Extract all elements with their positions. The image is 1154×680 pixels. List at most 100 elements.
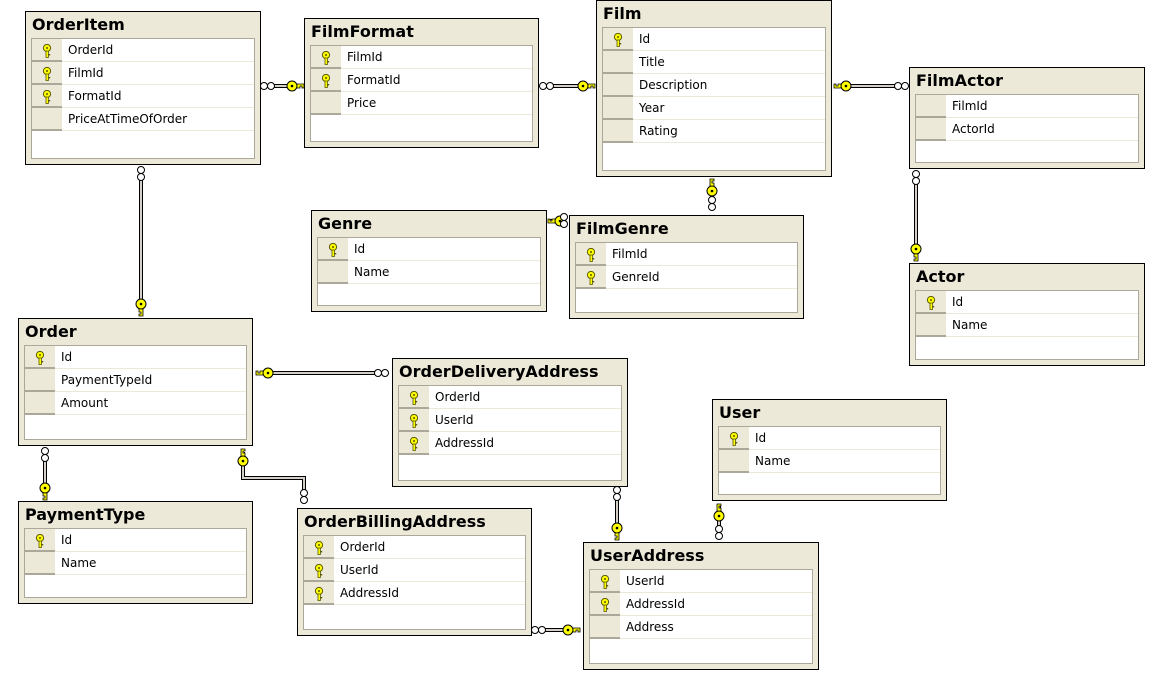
row-selector[interactable] <box>25 529 55 552</box>
primary-key-icon <box>42 43 52 58</box>
column-row[interactable]: OrderId <box>399 386 621 409</box>
row-selector[interactable] <box>25 346 55 369</box>
column-row[interactable]: Name <box>318 261 540 284</box>
table-paymenttype[interactable]: PaymentType Id Name <box>18 501 253 604</box>
column-row[interactable]: Title <box>603 51 825 74</box>
table-title: OrderDeliveryAddress <box>399 362 599 381</box>
column-row[interactable]: UserId <box>590 570 812 593</box>
row-selector[interactable] <box>603 97 633 120</box>
column-row[interactable]: Id <box>603 28 825 51</box>
column-row[interactable]: Id <box>719 427 940 450</box>
row-selector[interactable] <box>25 392 55 415</box>
column-row[interactable]: Name <box>916 314 1138 337</box>
row-selector[interactable] <box>603 28 633 51</box>
row-selector[interactable] <box>304 582 334 605</box>
column-row[interactable]: Price <box>311 92 532 115</box>
one-end-key-icon <box>255 367 274 379</box>
row-selector[interactable] <box>399 432 429 455</box>
column-row[interactable]: GenreId <box>576 266 797 289</box>
column-row[interactable]: FilmId <box>916 95 1138 118</box>
row-selector[interactable] <box>603 51 633 74</box>
column-row[interactable]: Description <box>603 74 825 97</box>
row-selector[interactable] <box>916 314 946 337</box>
row-selector[interactable] <box>916 118 946 141</box>
row-selector[interactable] <box>576 266 606 289</box>
many-end-icon <box>901 82 909 90</box>
table-orderitem[interactable]: OrderItem OrderId FilmId FormatId PriceAtTim… <box>25 11 261 165</box>
row-selector[interactable] <box>603 74 633 97</box>
row-selector[interactable] <box>916 291 946 314</box>
row-selector[interactable] <box>32 39 62 62</box>
row-selector[interactable] <box>25 552 55 575</box>
column-name: Name <box>61 556 97 570</box>
column-row[interactable]: OrderId <box>304 536 525 559</box>
column-row[interactable]: UserId <box>304 559 525 582</box>
row-selector[interactable] <box>590 570 620 593</box>
column-row[interactable]: Id <box>916 291 1138 314</box>
row-selector[interactable] <box>590 616 620 639</box>
row-selector[interactable] <box>590 593 620 616</box>
row-selector[interactable] <box>719 427 749 450</box>
table-order[interactable]: Order Id PaymentTypeId Amount <box>18 318 253 446</box>
row-selector[interactable] <box>304 559 334 582</box>
column-row[interactable]: FormatId <box>311 69 532 92</box>
column-row[interactable]: FilmId <box>576 243 797 266</box>
column-row[interactable]: PaymentTypeId <box>25 369 246 392</box>
column-row[interactable]: PriceAtTimeOfOrder <box>32 108 254 131</box>
row-selector[interactable] <box>25 369 55 392</box>
row-selector[interactable] <box>576 243 606 266</box>
one-end-key-icon <box>577 80 596 92</box>
row-selector[interactable] <box>32 108 62 131</box>
row-selector[interactable] <box>311 69 341 92</box>
column-row[interactable]: Amount <box>25 392 246 415</box>
column-row[interactable]: FormatId <box>32 85 254 108</box>
column-row[interactable]: Id <box>318 238 540 261</box>
column-row[interactable]: Id <box>25 529 246 552</box>
table-filmgenre[interactable]: FilmGenre FilmId GenreId <box>569 215 804 319</box>
table-user[interactable]: User Id Name <box>712 399 947 501</box>
column-row[interactable]: AddressId <box>304 582 525 605</box>
column-row[interactable]: AddressId <box>399 432 621 455</box>
column-row[interactable]: Year <box>603 97 825 120</box>
column-row[interactable]: AddressId <box>590 593 812 616</box>
table-filmformat[interactable]: FilmFormat FilmId FormatId Price <box>304 18 539 148</box>
row-selector[interactable] <box>304 536 334 559</box>
row-selector[interactable] <box>916 95 946 118</box>
column-row[interactable]: FilmId <box>311 46 532 69</box>
row-selector[interactable] <box>399 409 429 432</box>
column-row[interactable]: Id <box>25 346 246 369</box>
table-filmactor[interactable]: FilmActor FilmId ActorId <box>909 67 1145 169</box>
table-actor[interactable]: Actor Id Name <box>909 263 1145 366</box>
table-orderbillingaddress[interactable]: OrderBillingAddress OrderId UserId AddressI… <box>297 508 532 636</box>
row-selector[interactable] <box>32 62 62 85</box>
row-selector[interactable] <box>32 85 62 108</box>
table-genre[interactable]: Genre Id Name <box>311 210 547 312</box>
column-name: Id <box>61 350 73 364</box>
primary-key-icon <box>35 533 45 548</box>
table-title: PaymentType <box>25 505 146 524</box>
row-selector[interactable] <box>318 261 348 284</box>
primary-key-icon <box>600 597 610 612</box>
column-row[interactable]: ActorId <box>916 118 1138 141</box>
column-grid: UserId AddressId Address <box>589 569 813 664</box>
column-grid: FilmId ActorId <box>915 94 1139 163</box>
many-end-icon <box>912 170 920 178</box>
row-selector[interactable] <box>399 386 429 409</box>
column-row[interactable]: OrderId <box>32 39 254 62</box>
row-selector[interactable] <box>719 450 749 473</box>
row-selector[interactable] <box>311 46 341 69</box>
column-row[interactable]: Name <box>719 450 940 473</box>
primary-key-icon <box>42 66 52 81</box>
row-selector[interactable] <box>318 238 348 261</box>
column-row[interactable]: UserId <box>399 409 621 432</box>
one-end-key-icon <box>833 80 852 92</box>
row-selector[interactable] <box>311 92 341 115</box>
row-selector[interactable] <box>603 120 633 143</box>
table-useraddress[interactable]: UserAddress UserId AddressId Address <box>583 542 819 670</box>
table-orderdeliveryaddress[interactable]: OrderDeliveryAddress OrderId UserId Address… <box>392 358 628 487</box>
column-row[interactable]: Name <box>25 552 246 575</box>
column-row[interactable]: FilmId <box>32 62 254 85</box>
column-row[interactable]: Rating <box>603 120 825 143</box>
table-film[interactable]: Film Id Title Description Year Rating <box>596 0 832 177</box>
column-row[interactable]: Address <box>590 616 812 639</box>
